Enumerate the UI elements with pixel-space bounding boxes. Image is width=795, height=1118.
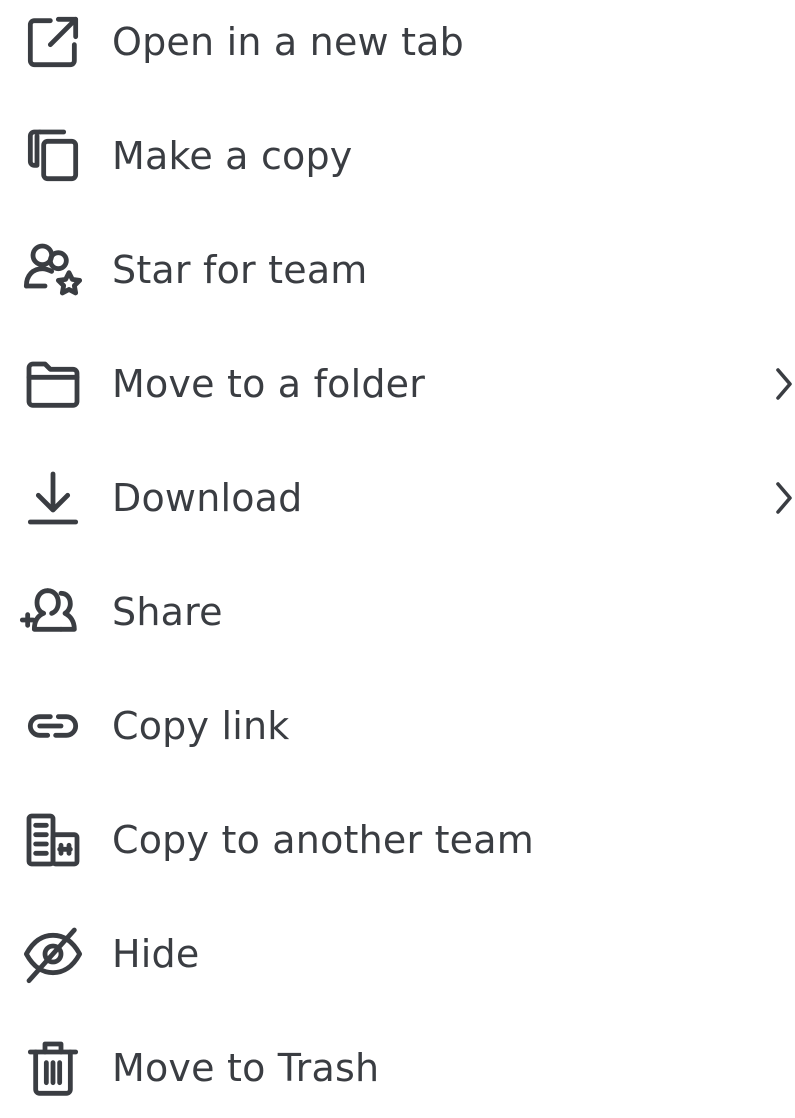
team-star-icon <box>18 235 88 305</box>
context-menu: Open in a new tab Make a copy Star for t… <box>0 0 795 1096</box>
menu-item-make-copy[interactable]: Make a copy <box>0 106 795 206</box>
menu-item-label: Move to a folder <box>112 362 426 406</box>
chevron-right-icon <box>773 480 795 516</box>
menu-item-move-to-trash[interactable]: Move to Trash <box>0 1018 795 1118</box>
eye-slash-icon <box>18 919 88 989</box>
menu-item-label: Move to Trash <box>112 1046 380 1090</box>
menu-item-label: Open in a new tab <box>112 20 464 64</box>
menu-item-share[interactable]: Share <box>0 562 795 662</box>
menu-item-open-new-tab[interactable]: Open in a new tab <box>0 0 795 92</box>
external-link-icon <box>18 7 88 77</box>
menu-item-copy-to-another-team[interactable]: Copy to another team <box>0 790 795 890</box>
building-icon <box>18 805 88 875</box>
menu-item-label: Download <box>112 476 303 520</box>
menu-item-label: Hide <box>112 932 200 976</box>
add-people-icon <box>18 577 88 647</box>
menu-item-star-for-team[interactable]: Star for team <box>0 220 795 320</box>
download-icon <box>18 463 88 533</box>
menu-item-hide[interactable]: Hide <box>0 904 795 1004</box>
folder-icon <box>18 349 88 419</box>
menu-item-label: Share <box>112 590 223 634</box>
menu-item-label: Star for team <box>112 248 368 292</box>
menu-item-label: Copy to another team <box>112 818 534 862</box>
menu-item-copy-link[interactable]: Copy link <box>0 676 795 776</box>
menu-item-move-to-folder[interactable]: Move to a folder <box>0 334 795 434</box>
copy-icon <box>18 121 88 191</box>
chevron-right-icon <box>773 366 795 402</box>
link-icon <box>18 691 88 761</box>
menu-item-label: Copy link <box>112 704 290 748</box>
menu-item-download[interactable]: Download <box>0 448 795 548</box>
trash-icon <box>18 1033 88 1103</box>
menu-item-label: Make a copy <box>112 134 353 178</box>
